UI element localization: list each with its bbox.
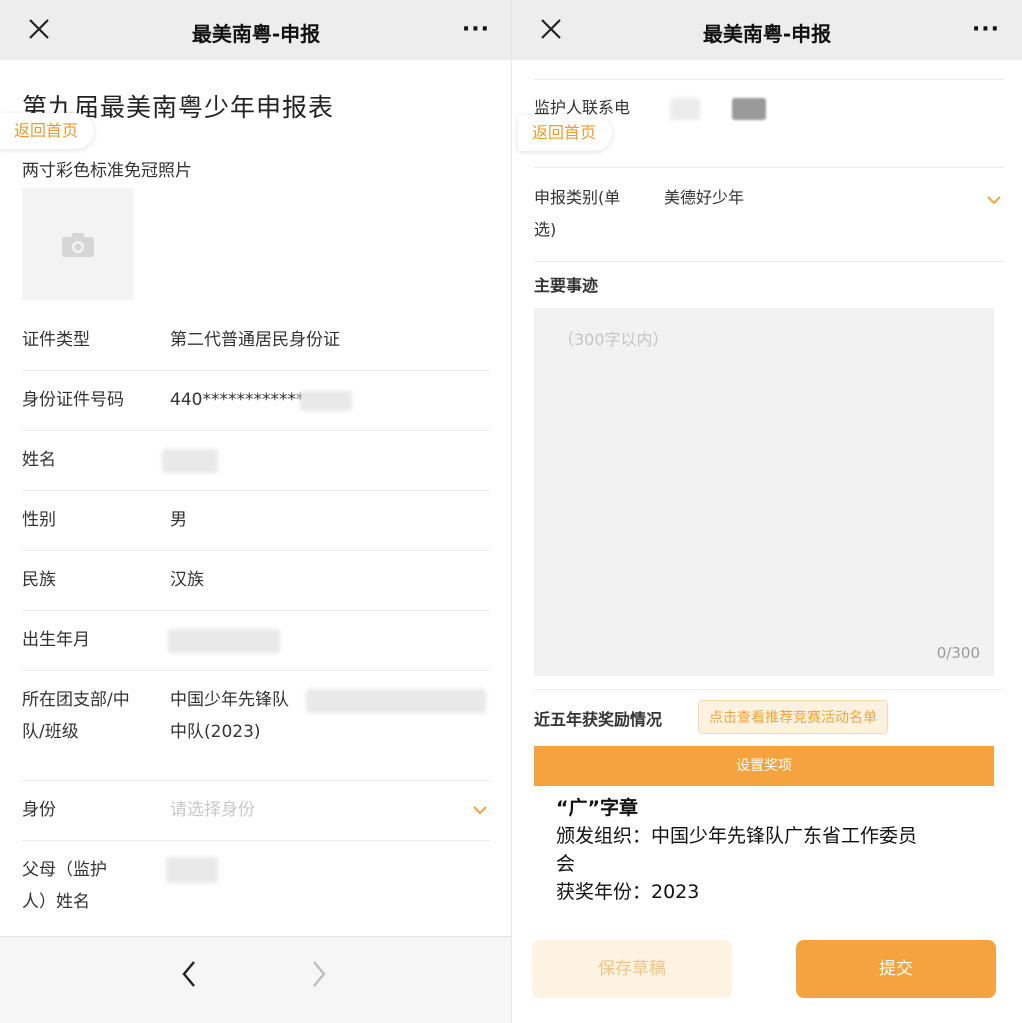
field-label: 出生年月	[22, 630, 90, 650]
award-org: 颁发组织：中国少年先锋队广东省工作委员	[556, 825, 918, 847]
award-name: “广”字章	[556, 797, 638, 819]
redacted-mask	[162, 449, 218, 473]
save-draft-button[interactable]: 保存草稿	[532, 940, 732, 998]
top-navbar: 最美南粤-申报 ···	[0, 0, 512, 60]
back-home-link[interactable]: 返回首页	[518, 115, 613, 151]
field-branch[interactable]: 所在团支部/中 队/班级 中国少年先锋队 中队(2023)	[22, 685, 490, 781]
field-identity-select[interactable]: 身份 请选择身份	[22, 795, 490, 841]
redacted-mask	[166, 857, 218, 883]
field-value: 中国少年先锋队	[170, 690, 289, 710]
back-home-link[interactable]: 返回首页	[0, 113, 95, 149]
field-value: 汉族	[170, 570, 204, 590]
chevron-down-icon	[473, 806, 487, 815]
field-id-number[interactable]: 身份证件号码 440************	[22, 385, 490, 431]
field-label: 身份	[22, 800, 56, 820]
chevron-down-icon	[987, 196, 1001, 205]
camera-icon	[62, 233, 94, 257]
top-navbar: 最美南粤-申报 ···	[512, 0, 1022, 60]
field-label: 姓名	[22, 450, 56, 470]
redacted-mask	[732, 98, 766, 120]
award-org-cont: 会	[556, 853, 576, 875]
field-label: 申报类别(单	[534, 188, 621, 207]
row-divider	[534, 60, 1004, 80]
row-divider	[534, 676, 1004, 690]
field-label: 队/班级	[22, 722, 79, 742]
awards-label: 近五年获奖励情况	[534, 710, 663, 729]
facts-textarea[interactable]: （300字以内） 0/300	[534, 308, 994, 676]
more-options-icon[interactable]: ···	[462, 17, 490, 42]
field-value: 第二代普通居民身份证	[170, 330, 340, 350]
set-award-button[interactable]: 设置奖项	[534, 746, 994, 786]
field-value: 美德好少年	[664, 188, 745, 207]
nav-title: 最美南粤-申报	[191, 22, 321, 46]
facts-placeholder: （300字以内）	[558, 330, 669, 349]
view-competition-list-link[interactable]: 点击查看推荐竞赛活动名单	[698, 700, 888, 734]
award-year: 获奖年份：2023	[556, 881, 700, 903]
field-label: 人）姓名	[22, 892, 90, 912]
field-gender[interactable]: 性别 男	[22, 505, 490, 551]
right-screen: 最美南粤-申报 ··· 监护人联系电 返回首页 申报类别(单 选) 美德好少年 …	[512, 0, 1022, 1023]
submit-button[interactable]: 提交	[796, 940, 996, 998]
field-value: 男	[170, 510, 187, 530]
field-label: 所在团支部/中	[22, 690, 130, 710]
back-arrow-icon[interactable]	[178, 957, 200, 991]
award-item: “广”字章 颁发组织：中国少年先锋队广东省工作委员 会 获奖年份：2023	[556, 794, 986, 906]
facts-label: 主要事迹	[534, 276, 599, 295]
field-label: 证件类型	[22, 330, 90, 350]
nav-title: 最美南粤-申报	[702, 22, 832, 46]
browser-bottom-bar	[0, 936, 512, 1023]
field-label: 父母（监护	[22, 860, 107, 880]
field-label: 选)	[534, 220, 557, 239]
field-birthdate[interactable]: 出生年月	[22, 625, 490, 671]
field-value: 440************	[170, 390, 305, 410]
more-options-icon[interactable]: ···	[972, 17, 1000, 42]
redacted-mask	[306, 689, 486, 713]
char-counter: 0/300	[936, 644, 980, 662]
left-screen: 最美南粤-申报 ··· 第九届最美南粤少年申报表 返回首页 两寸彩色标准免冠照片…	[0, 0, 512, 1023]
field-name[interactable]: 姓名	[22, 445, 490, 491]
redacted-mask	[300, 391, 352, 411]
field-guardian-name[interactable]: 父母（监护 人）姓名	[22, 855, 490, 933]
field-value: 中队(2023)	[170, 722, 261, 742]
redacted-mask	[168, 629, 280, 653]
field-label: 性别	[22, 510, 56, 530]
field-label: 民族	[22, 570, 56, 590]
field-label: 身份证件号码	[22, 390, 124, 410]
field-ethnicity[interactable]: 民族 汉族	[22, 565, 490, 611]
field-id-type[interactable]: 证件类型 第二代普通居民身份证	[22, 325, 490, 371]
photo-upload[interactable]	[22, 188, 134, 300]
forward-arrow-icon[interactable]	[308, 957, 330, 991]
field-placeholder: 请选择身份	[170, 800, 255, 820]
photo-label: 两寸彩色标准免冠照片	[22, 161, 192, 181]
redacted-mask	[670, 98, 700, 120]
field-category-select[interactable]: 申报类别(单 选) 美德好少年	[534, 182, 1004, 262]
